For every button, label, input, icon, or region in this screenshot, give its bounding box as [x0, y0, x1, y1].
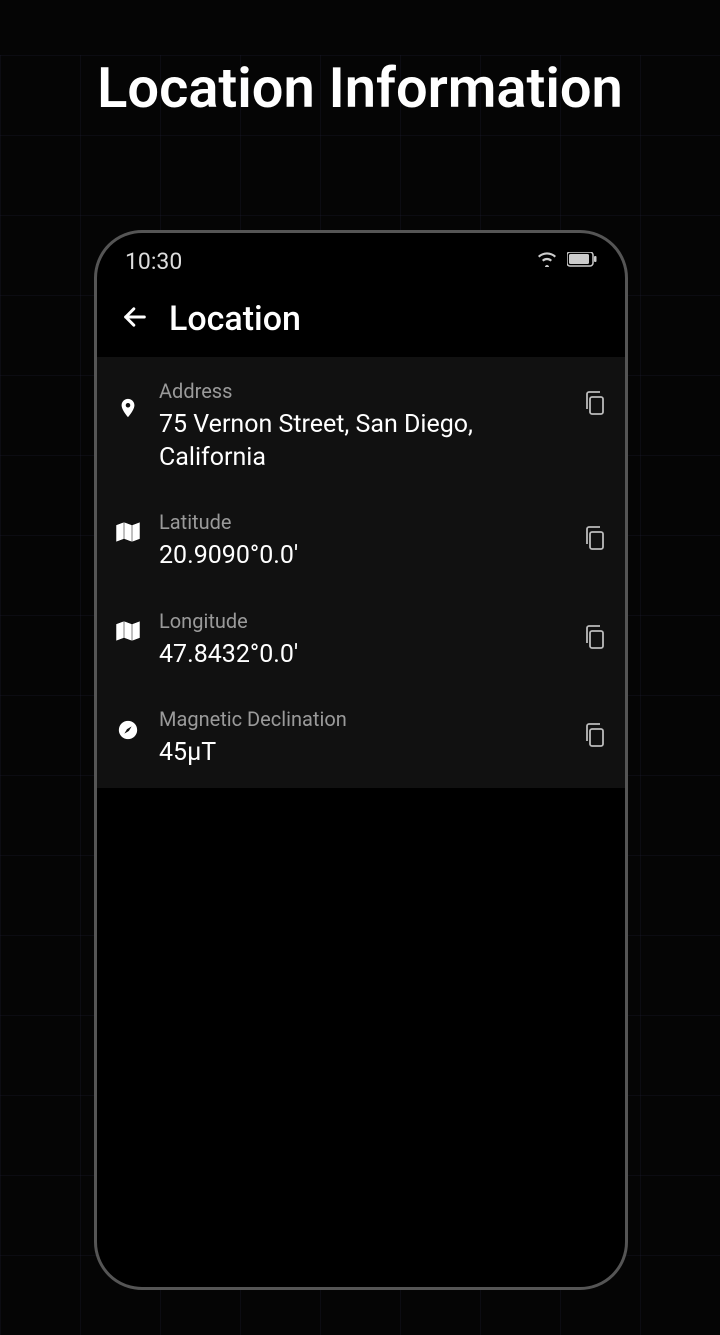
copy-address-button[interactable]: [583, 389, 607, 421]
longitude-value: 47.8432°0.0′: [159, 639, 565, 672]
location-pin-icon: [115, 397, 141, 419]
declination-content: Magnetic Declination 45µT: [159, 707, 565, 770]
map-icon: [115, 621, 141, 641]
address-row: Address 75 Vernon Street, San Diego, Cal…: [97, 357, 625, 492]
copy-longitude-button[interactable]: [583, 623, 607, 655]
status-icons: [537, 251, 597, 271]
app-header: Location: [97, 277, 625, 357]
status-bar: 10:30: [97, 233, 625, 277]
status-time: 10:30: [125, 248, 182, 275]
wifi-icon: [537, 251, 557, 271]
longitude-label: Longitude: [159, 609, 565, 633]
address-value: 75 Vernon Street, San Diego, California: [159, 409, 565, 474]
phone-frame: 10:30 Location Address 75 Vernon Street,…: [94, 230, 628, 1290]
copy-latitude-button[interactable]: [583, 524, 607, 556]
declination-row: Magnetic Declination 45µT: [97, 689, 625, 788]
compass-icon: [115, 719, 141, 741]
longitude-content: Longitude 47.8432°0.0′: [159, 609, 565, 672]
info-list: Address 75 Vernon Street, San Diego, Cal…: [97, 357, 625, 788]
page-title: Location Information: [0, 55, 720, 121]
battery-icon: [567, 252, 597, 271]
address-label: Address: [159, 379, 565, 403]
latitude-label: Latitude: [159, 510, 565, 534]
latitude-content: Latitude 20.9090°0.0′: [159, 510, 565, 573]
declination-value: 45µT: [159, 737, 565, 770]
header-title: Location: [169, 299, 301, 339]
latitude-value: 20.9090°0.0′: [159, 540, 565, 573]
declination-label: Magnetic Declination: [159, 707, 565, 731]
back-arrow-icon[interactable]: [121, 303, 149, 335]
latitude-row: Latitude 20.9090°0.0′: [97, 492, 625, 591]
address-content: Address 75 Vernon Street, San Diego, Cal…: [159, 379, 565, 474]
longitude-row: Longitude 47.8432°0.0′: [97, 591, 625, 690]
copy-declination-button[interactable]: [583, 721, 607, 753]
map-icon: [115, 522, 141, 542]
